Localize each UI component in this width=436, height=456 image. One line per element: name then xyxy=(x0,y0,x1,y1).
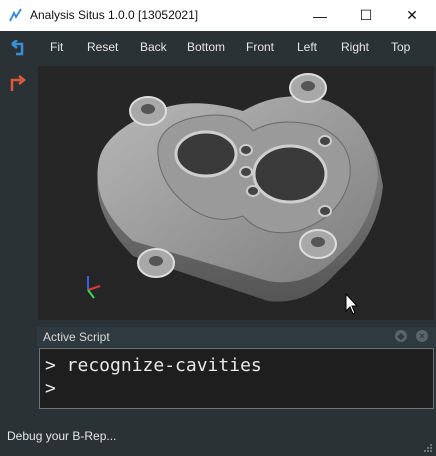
axis-triad-icon xyxy=(87,276,101,299)
status-bar: Debug your B-Rep... xyxy=(0,420,436,456)
cad-model xyxy=(87,73,383,315)
active-script-panel: Active Script ◆ × > recognize-cavities > xyxy=(37,327,436,414)
status-text: Debug your B-Rep... xyxy=(7,429,117,443)
maximize-button[interactable]: ☐ xyxy=(343,0,389,31)
view-toolbar: Fit Reset Back Bottom Front Left Right T… xyxy=(0,31,436,65)
undo-arrow-icon[interactable] xyxy=(9,40,27,58)
title-bar: Analysis Situs 1.0.0 [13052021] — ☐ ✕ xyxy=(0,0,436,31)
console-line: > recognize-cavities xyxy=(45,355,262,376)
reset-button[interactable]: Reset xyxy=(87,40,118,54)
back-button[interactable]: Back xyxy=(140,40,167,54)
script-console[interactable]: > recognize-cavities > xyxy=(39,348,434,409)
close-icon[interactable]: × xyxy=(416,330,428,342)
fit-button[interactable]: Fit xyxy=(50,40,63,54)
top-button[interactable]: Top xyxy=(391,40,410,54)
left-button[interactable]: Left xyxy=(297,40,317,54)
minimize-button[interactable]: — xyxy=(297,0,343,31)
right-button[interactable]: Right xyxy=(341,40,369,54)
redo-arrow-icon[interactable] xyxy=(9,75,27,93)
console-prompt: > xyxy=(45,378,56,399)
side-toolbar xyxy=(0,65,37,321)
float-icon[interactable]: ◆ xyxy=(395,330,407,342)
bottom-button[interactable]: Bottom xyxy=(187,40,225,54)
resize-grip-icon[interactable] xyxy=(423,443,433,453)
front-button[interactable]: Front xyxy=(246,40,274,54)
mouse-cursor-icon xyxy=(345,292,359,315)
panel-header: Active Script ◆ × xyxy=(37,327,436,347)
app-logo-icon xyxy=(9,8,22,22)
close-button[interactable]: ✕ xyxy=(389,0,435,31)
panel-title: Active Script xyxy=(43,330,110,344)
3d-viewport[interactable] xyxy=(38,66,434,320)
window-title: Analysis Situs 1.0.0 [13052021] xyxy=(30,8,199,22)
